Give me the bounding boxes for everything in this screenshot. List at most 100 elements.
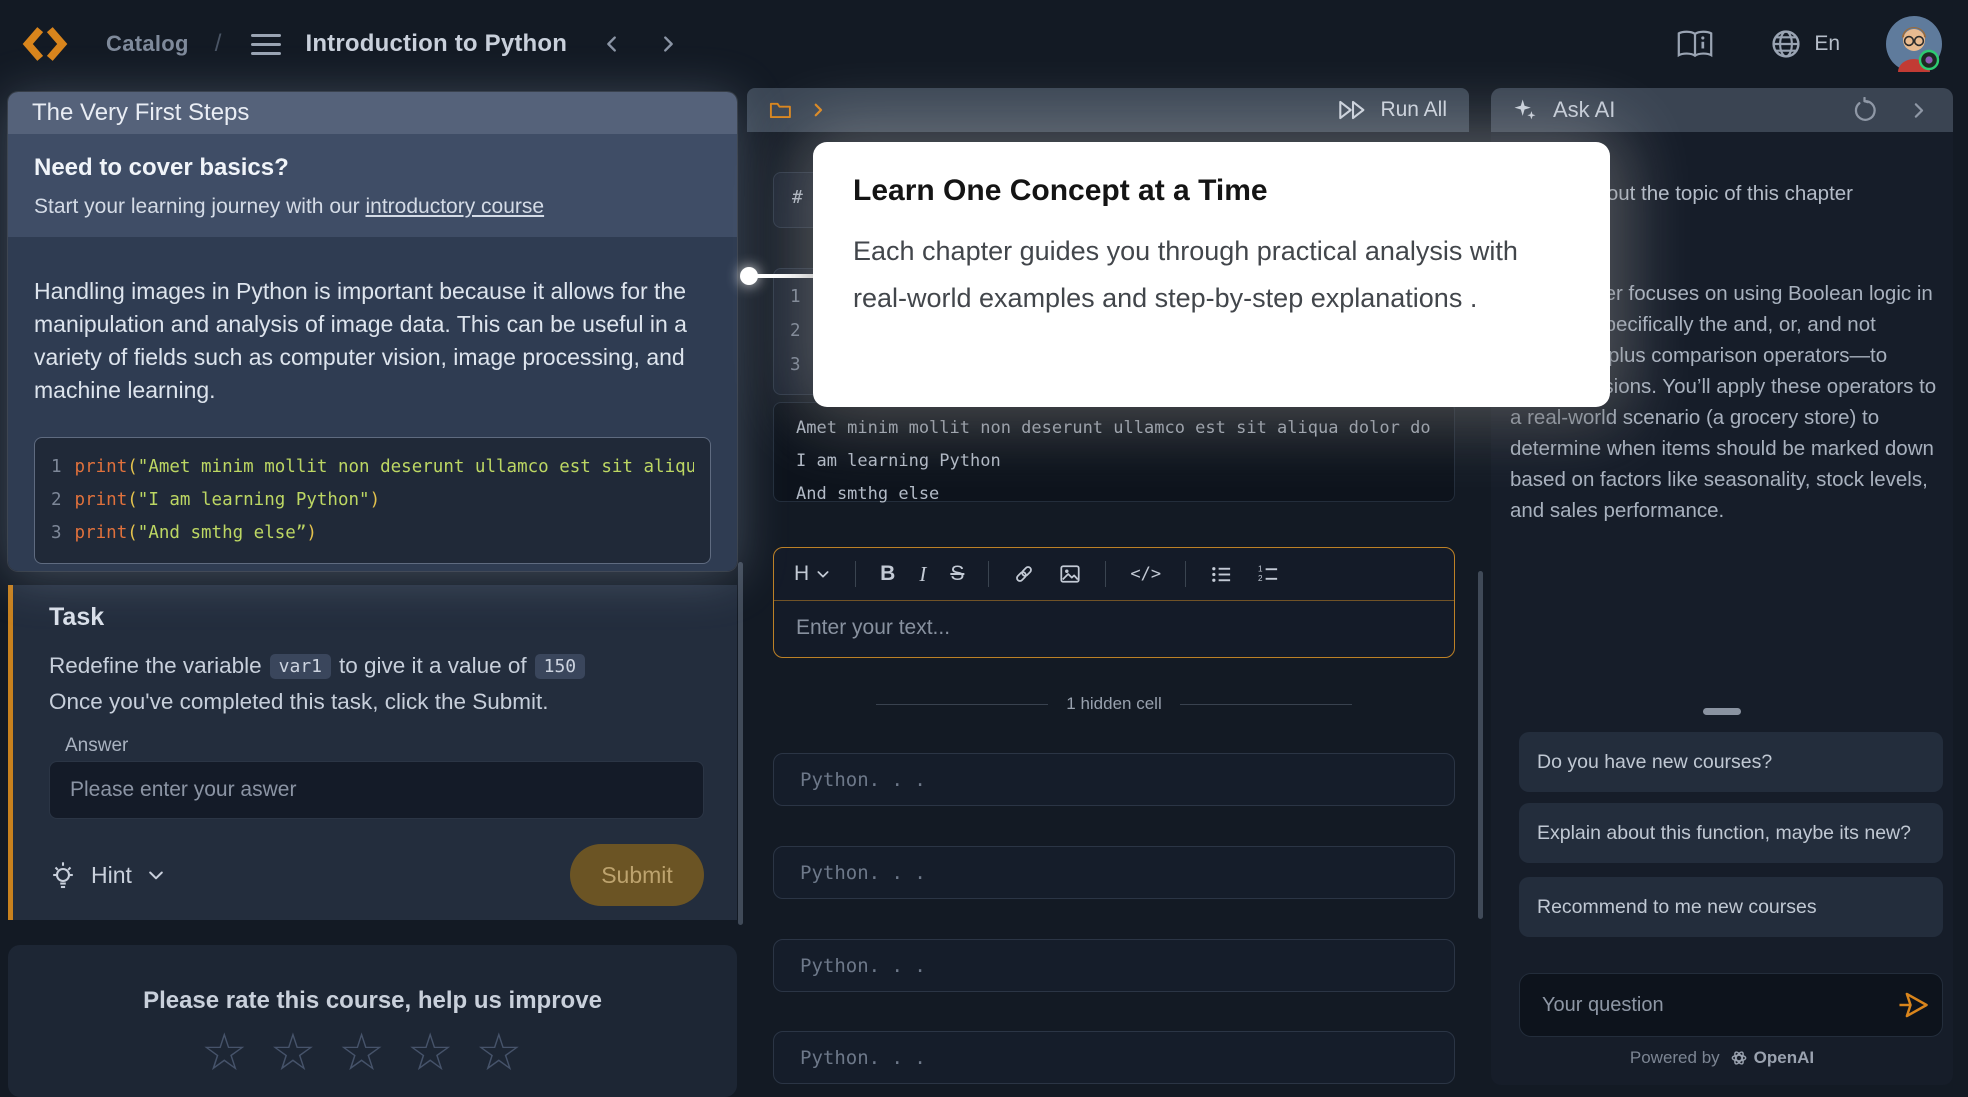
suggested-question[interactable]: Do you have new courses?: [1519, 732, 1943, 792]
prev-chapter-icon[interactable]: [601, 33, 623, 55]
image-icon[interactable]: [1059, 563, 1081, 585]
link-icon[interactable]: [1013, 563, 1035, 585]
toolbar-divider: [1185, 561, 1186, 587]
breadcrumb-catalog[interactable]: Catalog: [106, 31, 189, 57]
task-actions: Hint Submit: [49, 843, 704, 907]
code-text: print("I am learning Python"): [75, 490, 381, 510]
brand-logo-icon[interactable]: [22, 21, 68, 67]
task-text: Redefine the variable: [49, 653, 262, 679]
code-button[interactable]: </>: [1130, 564, 1161, 584]
answer-label: Answer: [65, 735, 128, 757]
toolbar-divider: [988, 561, 989, 587]
basics-callout: Need to cover basics? Start your learnin…: [8, 134, 737, 237]
star-icon[interactable]: ☆: [475, 1023, 544, 1083]
breadcrumb-separator: /: [215, 30, 222, 58]
question-input[interactable]: [1519, 973, 1943, 1037]
question-input-wrap: [1519, 973, 1943, 1037]
openai-label: OpenAI: [1754, 1048, 1814, 1068]
avatar-image-icon: [1886, 16, 1942, 72]
star-icon[interactable]: ☆: [338, 1023, 407, 1083]
send-icon[interactable]: [1897, 990, 1929, 1020]
value-chip: 150: [535, 654, 586, 679]
empty-code-cell[interactable]: Python. . .: [773, 753, 1455, 806]
sparkles-icon: [1511, 96, 1539, 124]
task-instruction: Redefine the variable var1 to give it a …: [49, 653, 585, 679]
code-line: 1print("Amet minim mollit non deserunt u…: [51, 451, 694, 484]
empty-code-cell[interactable]: Python. . .: [773, 846, 1455, 899]
folder-icon[interactable]: [769, 99, 793, 121]
output-line: Amet minim mollit non deserunt ullamco e…: [796, 412, 1432, 445]
output-line: And smthg else: [796, 478, 1432, 511]
cell-output: Amet minim mollit non deserunt ullamco e…: [773, 402, 1455, 502]
star-icon[interactable]: ☆: [407, 1023, 476, 1083]
editor-toolbar: H B I S </>: [774, 548, 1454, 601]
heading-button[interactable]: H: [794, 562, 831, 586]
divider-line: [876, 704, 1048, 705]
notebook-scrollbar[interactable]: [1478, 571, 1483, 919]
variable-chip: var1: [270, 654, 331, 679]
user-avatar[interactable]: [1886, 16, 1942, 72]
powered-by-label: Powered by: [1630, 1048, 1720, 1068]
fast-forward-icon: [1338, 98, 1368, 122]
language-switcher[interactable]: En: [1770, 28, 1840, 60]
bullet-list-icon[interactable]: [1210, 563, 1233, 586]
submit-button[interactable]: Submit: [570, 844, 704, 906]
docs-book-icon[interactable]: [1676, 29, 1714, 59]
refresh-icon[interactable]: [1851, 97, 1878, 124]
app-root: Catalog / Introduction to Python: [0, 0, 1968, 1097]
line-number: 1: [51, 457, 62, 477]
numbered-list-icon[interactable]: 1 2: [1257, 563, 1280, 586]
task-text: to give it a value of: [339, 653, 527, 679]
chapters-menu-icon[interactable]: [251, 34, 281, 55]
toolbar-divider: [855, 561, 856, 587]
run-all-button[interactable]: Run All: [1338, 98, 1447, 122]
hint-toggle[interactable]: Hint: [49, 860, 166, 890]
svg-text:2: 2: [1258, 574, 1263, 583]
lesson-title: The Very First Steps: [8, 92, 737, 134]
theory-code-block[interactable]: 1print("Amet minim mollit non deserunt u…: [34, 437, 711, 564]
rating-title: Please rate this course, help us improve: [8, 987, 737, 1015]
left-pane-scrollbar[interactable]: [738, 562, 743, 925]
task-title: Task: [49, 603, 104, 632]
rating-stars: ☆☆☆☆☆: [8, 1023, 737, 1083]
chevron-down-icon: [146, 865, 166, 885]
editor-text-input[interactable]: Enter your text...: [774, 601, 1454, 655]
introductory-course-link[interactable]: introductory course: [366, 195, 545, 218]
notebook-toolbar: Run All: [747, 88, 1469, 132]
openai-logo-icon: [1729, 1048, 1749, 1068]
next-chapter-icon[interactable]: [657, 33, 679, 55]
code-line: 2print("I am learning Python"): [51, 484, 694, 517]
tour-connector-line: [752, 274, 816, 278]
basics-title: Need to cover basics?: [34, 154, 711, 182]
globe-icon: [1770, 28, 1802, 60]
expand-chevron-icon[interactable]: [809, 101, 827, 119]
answer-input[interactable]: [49, 761, 704, 819]
line-number: 1: [790, 287, 801, 307]
bold-button[interactable]: B: [880, 562, 895, 586]
task-panel: Task Redefine the variable var1 to give …: [8, 585, 737, 920]
tooltip-body: Each chapter guides you through practica…: [853, 228, 1553, 322]
hidden-cell-expander[interactable]: 1 hidden cell: [773, 694, 1455, 714]
drag-handle[interactable]: [1703, 708, 1741, 715]
ask-ai-title: Ask AI: [1553, 97, 1615, 123]
powered-by: Powered by OpenAI: [1491, 1048, 1953, 1068]
empty-code-cell[interactable]: Python. . .: [773, 1031, 1455, 1084]
suggested-question[interactable]: Explain about this function, maybe its n…: [1519, 803, 1943, 863]
suggested-question[interactable]: Recommend to me new courses: [1519, 877, 1943, 937]
language-label: En: [1814, 32, 1840, 56]
collapse-panel-icon[interactable]: [1908, 100, 1929, 121]
star-icon[interactable]: ☆: [270, 1023, 339, 1083]
hidden-cell-label: 1 hidden cell: [1066, 694, 1161, 714]
rich-text-editor: H B I S </>: [773, 547, 1455, 658]
code-line: 3print("And smthg else”): [51, 517, 694, 550]
output-line: I am learning Python: [796, 445, 1432, 478]
course-title: Introduction to Python: [305, 30, 567, 58]
star-icon[interactable]: ☆: [201, 1023, 270, 1083]
empty-code-cell[interactable]: Python. . .: [773, 939, 1455, 992]
italic-button[interactable]: I: [919, 562, 926, 587]
task-instruction-2: Once you've completed this task, click t…: [49, 689, 549, 715]
strikethrough-button[interactable]: S: [950, 562, 964, 586]
theory-content: Handling images in Python is important b…: [8, 237, 737, 571]
course-rating-panel: Please rate this course, help us improve…: [8, 945, 737, 1097]
basics-text: Start your learning journey with our int…: [34, 195, 711, 219]
